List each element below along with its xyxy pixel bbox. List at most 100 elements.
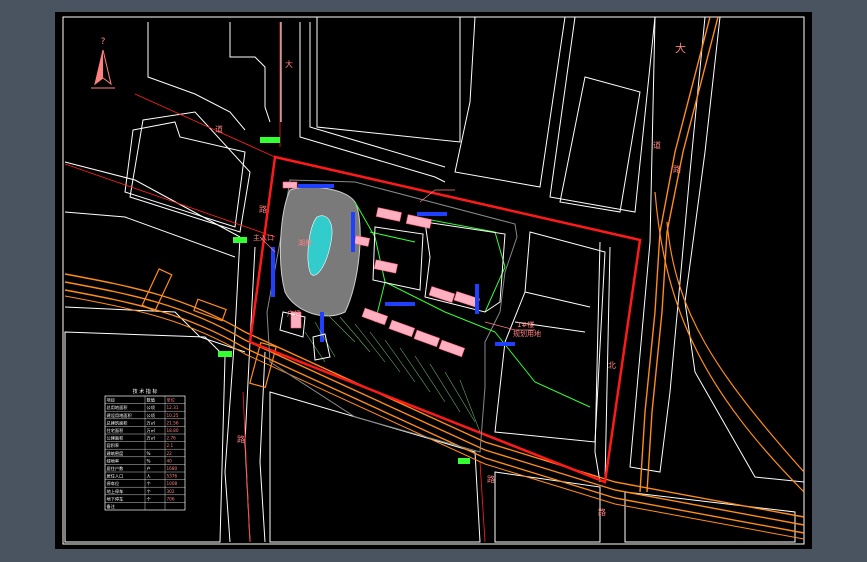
legend-table: 技 术 指 标 项目 数值 单位总用地面积 公顷 12.31建设用地面积 公顷 10.25总… (104, 388, 186, 511)
legend-cell: 总用地面积 (107, 404, 128, 411)
drawing-sheet[interactable]: ? 大 道 路 大 北 路 路 路 道 路 湖景 1#楼 规划用地 主入口 广场… (55, 12, 812, 549)
label-callout-right-1: 1#楼 (517, 320, 534, 329)
legend-cell: 总建筑面积 (107, 419, 128, 426)
label-site-mid-road: 北 (608, 361, 616, 370)
hatch (369, 331, 401, 373)
legend-cell: 706 (167, 496, 175, 501)
label-callout-left: 主入口 (253, 233, 274, 242)
road-edge (524, 291, 591, 308)
city-block (129, 111, 251, 233)
legend-cell: 备注 (107, 503, 116, 510)
city-block (316, 16, 461, 143)
green-path (369, 231, 416, 243)
parking-strip (385, 302, 415, 306)
legend-cell: % (147, 458, 151, 463)
legend-cell: 22 (167, 451, 173, 456)
city-block (684, 16, 805, 483)
arterial-road (64, 16, 805, 540)
road-edge (64, 306, 246, 353)
hatch (444, 371, 476, 423)
city-block (124, 121, 246, 228)
legend-header-cell: 项目 (107, 398, 115, 404)
courtyard-block (372, 226, 424, 291)
legend-cell: 万㎡ (147, 419, 156, 426)
hatch (459, 379, 481, 433)
city-block (269, 391, 481, 543)
city-block (494, 471, 601, 543)
label-bottom-left: 路 (237, 434, 245, 444)
red-line (479, 461, 486, 543)
parking-strip (495, 342, 515, 346)
legend-cell: 公顷 (147, 404, 155, 411)
road-edge (299, 22, 446, 183)
label-plaza: 广场 (287, 309, 301, 318)
legend-cell: 公顷 (147, 412, 155, 419)
legend-cell: 地下停车 (107, 495, 124, 502)
city-block (559, 76, 641, 213)
legend-cell: 个 (147, 489, 152, 494)
city-block (494, 231, 606, 443)
label-right-road-lower: 路 (673, 164, 681, 174)
legend-cell: 18.80 (167, 428, 179, 433)
parking-strip (351, 212, 355, 252)
parking-strip (417, 212, 447, 216)
legend-cell: 容积率 (107, 442, 120, 449)
road-edge (229, 22, 271, 123)
label-right-road-upper: 道 (653, 140, 661, 150)
legend-cell: 10.25 (167, 413, 179, 418)
building (282, 181, 298, 189)
legend-cell: 40 (167, 458, 173, 463)
road-edge (224, 236, 241, 543)
road-edge (244, 246, 256, 543)
hatch (429, 363, 461, 413)
city-block (629, 16, 706, 473)
legend-cell: 个 (147, 496, 152, 501)
road-edge (309, 22, 446, 168)
building (388, 319, 416, 338)
legend-cell: 5376 (167, 474, 178, 479)
hatch (324, 311, 356, 343)
legend-cell: 停车位 (107, 480, 120, 487)
legend-cell: 建设用地面积 (107, 412, 132, 419)
legend-cell: 302 (167, 489, 175, 494)
legend-cell: 居住户数 (107, 465, 125, 472)
label-top-road: 大 (675, 41, 686, 55)
legend-cell: 2.1 (167, 443, 174, 448)
drawing-border (62, 16, 805, 545)
legend-cell: 1680 (167, 466, 178, 471)
hatch (354, 323, 386, 363)
north-mark: ? (101, 37, 106, 47)
legend-header-cell: 单位 (167, 397, 175, 404)
road-network (64, 16, 805, 543)
parking-strip (320, 312, 324, 342)
hatch (384, 339, 416, 383)
cad-viewport[interactable]: ? 大 道 路 大 北 路 路 路 道 路 湖景 1#楼 规划用地 主入口 广场… (0, 0, 867, 562)
building (413, 329, 441, 348)
north-arrow: ? (91, 37, 115, 89)
building (428, 286, 456, 303)
legend-cell: 个 (147, 481, 152, 486)
building (375, 207, 402, 222)
label-left-top: 道 (215, 124, 223, 134)
building (361, 307, 389, 326)
legend-cell: 21.56 (167, 420, 179, 425)
legend-cell: 地上停车 (107, 488, 124, 495)
legend-cell: 12.31 (167, 405, 179, 410)
site-plan-drawing: ? 大 道 路 大 北 路 路 路 道 路 湖景 1#楼 规划用地 主入口 广场… (62, 16, 805, 545)
label-bottom-right: 路 (598, 507, 606, 517)
red-line (64, 163, 276, 238)
building (438, 339, 466, 358)
legend-cell: 建筑密度 (107, 450, 125, 457)
legend-cell: 1008 (167, 481, 178, 486)
hatch (399, 347, 431, 393)
parking-strip (298, 184, 334, 188)
legend-cell: 住宅面积 (107, 427, 124, 434)
hatch (414, 355, 446, 403)
interchange-box (249, 341, 277, 389)
label-lake: 湖景 (298, 238, 312, 247)
city-block (549, 16, 656, 213)
legend-cell: % (147, 451, 151, 456)
label-vertical-road: 大 (285, 59, 293, 69)
road-edge (259, 351, 266, 543)
legend-cell: 公建面积 (107, 435, 124, 442)
